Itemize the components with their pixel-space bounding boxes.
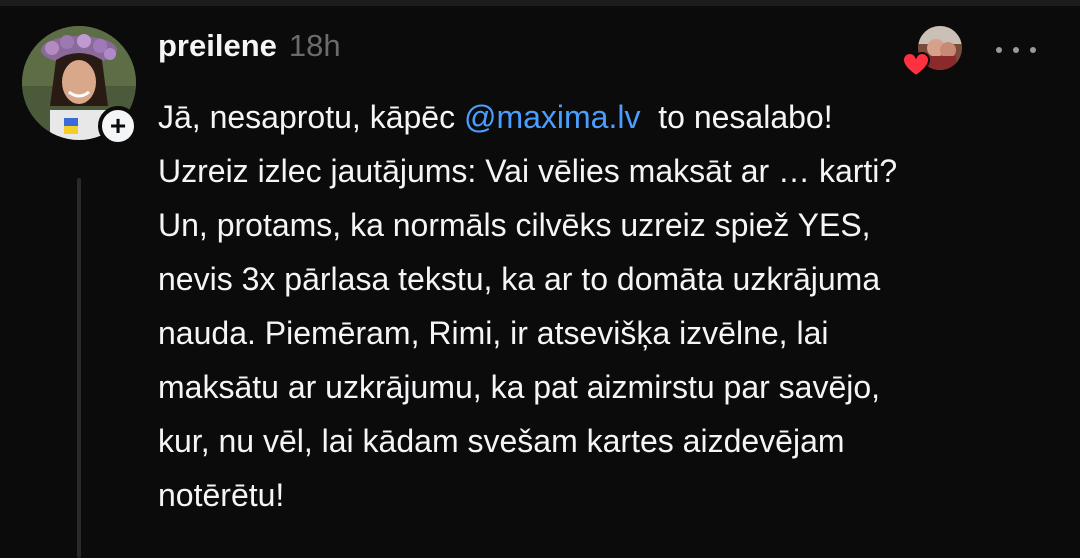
post-header: preilene 18h	[158, 28, 341, 72]
follow-plus-button[interactable]: +	[98, 106, 138, 146]
author-username[interactable]: preilene	[158, 28, 277, 64]
mention-link[interactable]: @maxima.lv	[464, 99, 641, 135]
dot	[1030, 47, 1036, 53]
dot	[996, 47, 1002, 53]
thread-post: + preilene 18h Jā, nesaprotu, kāpēc @max…	[0, 0, 1080, 558]
thread-connector-line	[77, 178, 81, 558]
post-timestamp: 18h	[288, 28, 341, 63]
top-divider	[0, 0, 1080, 6]
heart-icon	[902, 52, 930, 78]
post-body-rest: to nesalabo! Uzreiz izlec jautājums: Vai…	[158, 99, 898, 513]
plus-icon: +	[109, 110, 127, 141]
post-body-start: Jā, nesaprotu, kāpēc	[158, 99, 464, 135]
dot	[1013, 47, 1019, 53]
author-avatar-group[interactable]: +	[22, 26, 138, 146]
more-dots-icon[interactable]	[996, 40, 1036, 60]
post-body: Jā, nesaprotu, kāpēc @maxima.lv to nesal…	[158, 90, 1058, 522]
